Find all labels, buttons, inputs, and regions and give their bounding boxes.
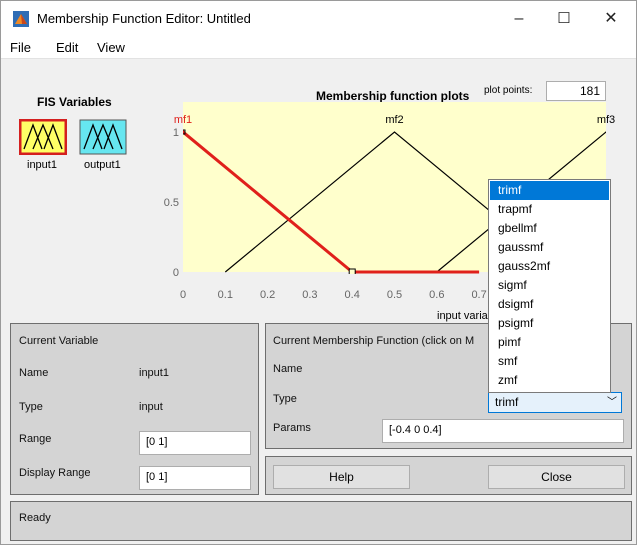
variable-type-value: input	[139, 401, 163, 413]
x-tick-label: 0	[180, 289, 186, 301]
output1-variable-label: output1	[84, 159, 121, 171]
window-title: Membership Function Editor: Untitled	[37, 11, 251, 26]
mf-params-label: Params	[273, 422, 311, 434]
input1-variable-icon[interactable]	[19, 119, 67, 155]
plot-points-label: plot points:	[484, 85, 533, 96]
variable-type-label: Type	[19, 401, 43, 413]
mf-type-dropdown-list[interactable]: trimf trapmf gbellmf gaussmf gauss2mf sigmf ds…	[488, 179, 611, 393]
type-option-gbellmf[interactable]: gbellmf	[490, 219, 609, 238]
x-tick-label: 0.2	[260, 289, 275, 301]
input1-variable-label: input1	[27, 159, 57, 171]
range-label: Range	[19, 433, 52, 445]
x-tick-label: 0.1	[218, 289, 233, 301]
menu-edit[interactable]: Edit	[56, 40, 78, 55]
type-option-pimf[interactable]: pimf	[490, 333, 609, 352]
mf-vertex-handle[interactable]	[348, 268, 356, 275]
variable-name-value: input1	[139, 367, 169, 379]
menu-bar: File Edit View	[1, 37, 636, 59]
status-text: Ready	[19, 512, 51, 524]
menu-file[interactable]: File	[10, 40, 31, 55]
display-range-label: Display Range	[19, 467, 91, 479]
variable-name-label: Name	[19, 367, 49, 379]
type-option-trapmf[interactable]: trapmf	[490, 200, 609, 219]
range-input[interactable]: [0 1]	[139, 431, 251, 455]
maximize-button[interactable]: ☐	[542, 5, 586, 33]
membership-function-editor-window: Membership Function Editor: Untitled – ☐…	[0, 0, 637, 545]
x-tick-label: 0.4	[345, 289, 360, 301]
minimize-button[interactable]: –	[497, 5, 541, 33]
chevron-down-icon[interactable]: ﹀	[603, 393, 621, 412]
x-tick-label: 0.5	[387, 289, 402, 301]
mf-label-mf2: mf2	[385, 114, 403, 126]
mf-type-select[interactable]: trimf ﹀	[488, 392, 622, 413]
params-input[interactable]: [-0.4 0 0.4]	[382, 419, 624, 443]
current-variable-title: Current Variable	[19, 335, 99, 347]
y-tick-label: 1	[173, 127, 179, 139]
mf-name-label: Name	[273, 363, 303, 375]
y-tick-label: 0.5	[164, 197, 179, 209]
status-panel	[10, 501, 632, 541]
mf-label-mf3: mf3	[597, 114, 615, 126]
close-window-button[interactable]: ✕	[589, 5, 633, 33]
help-button[interactable]: Help	[273, 465, 410, 489]
y-tick-label: 0	[173, 267, 179, 279]
type-option-dsigmf[interactable]: dsigmf	[490, 295, 609, 314]
type-option-gauss2mf[interactable]: gauss2mf	[490, 257, 609, 276]
title-bar: Membership Function Editor: Untitled – ☐…	[1, 1, 636, 37]
mf-type-label: Type	[273, 393, 297, 405]
plot-points-input[interactable]: 181	[546, 81, 606, 101]
output1-variable-icon[interactable]	[79, 119, 127, 155]
current-mf-title: Current Membership Function (click on M	[273, 335, 475, 347]
type-option-psigmf[interactable]: psigmf	[490, 314, 609, 333]
x-tick-label: 0.6	[429, 289, 444, 301]
type-option-gaussmf[interactable]: gaussmf	[490, 238, 609, 257]
type-option-zmf[interactable]: zmf	[490, 371, 609, 390]
type-option-smf[interactable]: smf	[490, 352, 609, 371]
menu-view[interactable]: View	[97, 40, 125, 55]
fis-variables-label: FIS Variables	[37, 95, 112, 109]
x-tick-label: 0.7	[471, 289, 486, 301]
x-tick-label: 0.3	[302, 289, 317, 301]
close-button[interactable]: Close	[488, 465, 625, 489]
mf-type-selected-value: trimf	[495, 395, 519, 409]
display-range-input[interactable]: [0 1]	[139, 466, 251, 490]
type-option-sigmf[interactable]: sigmf	[490, 276, 609, 295]
matlab-app-icon	[13, 11, 29, 27]
type-option-trimf[interactable]: trimf	[490, 181, 609, 200]
mf-label-mf1: mf1	[174, 114, 192, 126]
